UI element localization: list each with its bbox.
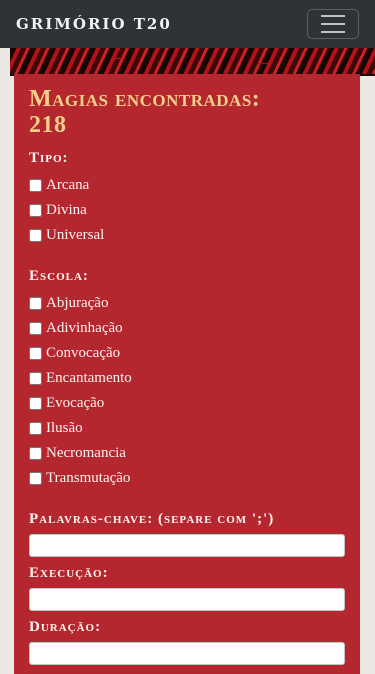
escola-option[interactable]: Necromancia [29, 441, 345, 466]
escola-checkbox-encantamento[interactable] [29, 372, 42, 385]
escola-checkbox-convocacao[interactable] [29, 347, 42, 360]
tipo-option-label[interactable]: Universal [46, 227, 104, 244]
escola-checkbox-transmutacao[interactable] [29, 472, 42, 485]
results-count: 218 [29, 112, 67, 138]
escola-option[interactable]: Ilusão [29, 416, 345, 441]
escola-option[interactable]: Adivinhação [29, 316, 345, 341]
escola-option-label[interactable]: Transmutação [46, 470, 130, 487]
keywords-label: Palavras-chave: (separe com ';') [29, 511, 275, 527]
hamburger-icon-bar [321, 23, 345, 25]
escola-option-label[interactable]: Evocação [46, 395, 104, 412]
escola-option[interactable]: Abjuração [29, 291, 345, 316]
escola-option[interactable]: Encantamento [29, 366, 345, 391]
escola-option[interactable]: Convocação [29, 341, 345, 366]
tipo-option[interactable]: Divina [29, 198, 345, 223]
escola-checkbox-necromancia[interactable] [29, 447, 42, 460]
tipo-option[interactable]: Universal [29, 223, 345, 248]
escola-option-label[interactable]: Ilusão [46, 420, 83, 437]
escola-option-label[interactable]: Necromancia [46, 445, 126, 462]
escola-option-label[interactable]: Abjuração [46, 295, 108, 312]
hamburger-icon-bar [321, 31, 345, 33]
menu-toggle-button[interactable] [307, 9, 359, 39]
tipo-option[interactable]: Arcana [29, 173, 345, 198]
escola-option[interactable]: Evocação [29, 391, 345, 416]
filter-panel: Magias encontradas: 218 Tipo: Arcana Div… [14, 74, 360, 674]
brand-logo[interactable]: GRIMÓRIO T20 [16, 15, 172, 33]
tipo-option-label[interactable]: Arcana [46, 177, 89, 194]
escola-option[interactable]: Transmutação [29, 466, 345, 491]
duracao-input[interactable] [29, 642, 345, 665]
navbar: GRIMÓRIO T20 [0, 0, 375, 48]
execucao-input[interactable] [29, 588, 345, 611]
escola-option-label[interactable]: Encantamento [46, 370, 132, 387]
hamburger-icon [321, 15, 345, 17]
execucao-label: Execução: [29, 565, 109, 581]
results-title: Magias encontradas: 218 [29, 86, 345, 138]
escola-checkbox-ilusao[interactable] [29, 422, 42, 435]
escola-checkbox-evocacao[interactable] [29, 397, 42, 410]
tipo-checkbox-universal[interactable] [29, 229, 42, 242]
tipo-checkbox-arcana[interactable] [29, 179, 42, 192]
escola-checkbox-abjuracao[interactable] [29, 297, 42, 310]
tipo-option-label[interactable]: Divina [46, 202, 87, 219]
tipo-label: Tipo: [29, 150, 69, 166]
tipo-checkbox-divina[interactable] [29, 204, 42, 217]
results-title-text: Magias encontradas: [29, 86, 261, 112]
header-banner-image [10, 48, 375, 76]
escola-option-label[interactable]: Adivinhação [46, 320, 123, 337]
escola-label: Escola: [29, 268, 89, 284]
keywords-input[interactable] [29, 534, 345, 557]
duracao-label: Duração: [29, 619, 102, 635]
escola-checkbox-adivinhacao[interactable] [29, 322, 42, 335]
escola-option-label[interactable]: Convocação [46, 345, 120, 362]
